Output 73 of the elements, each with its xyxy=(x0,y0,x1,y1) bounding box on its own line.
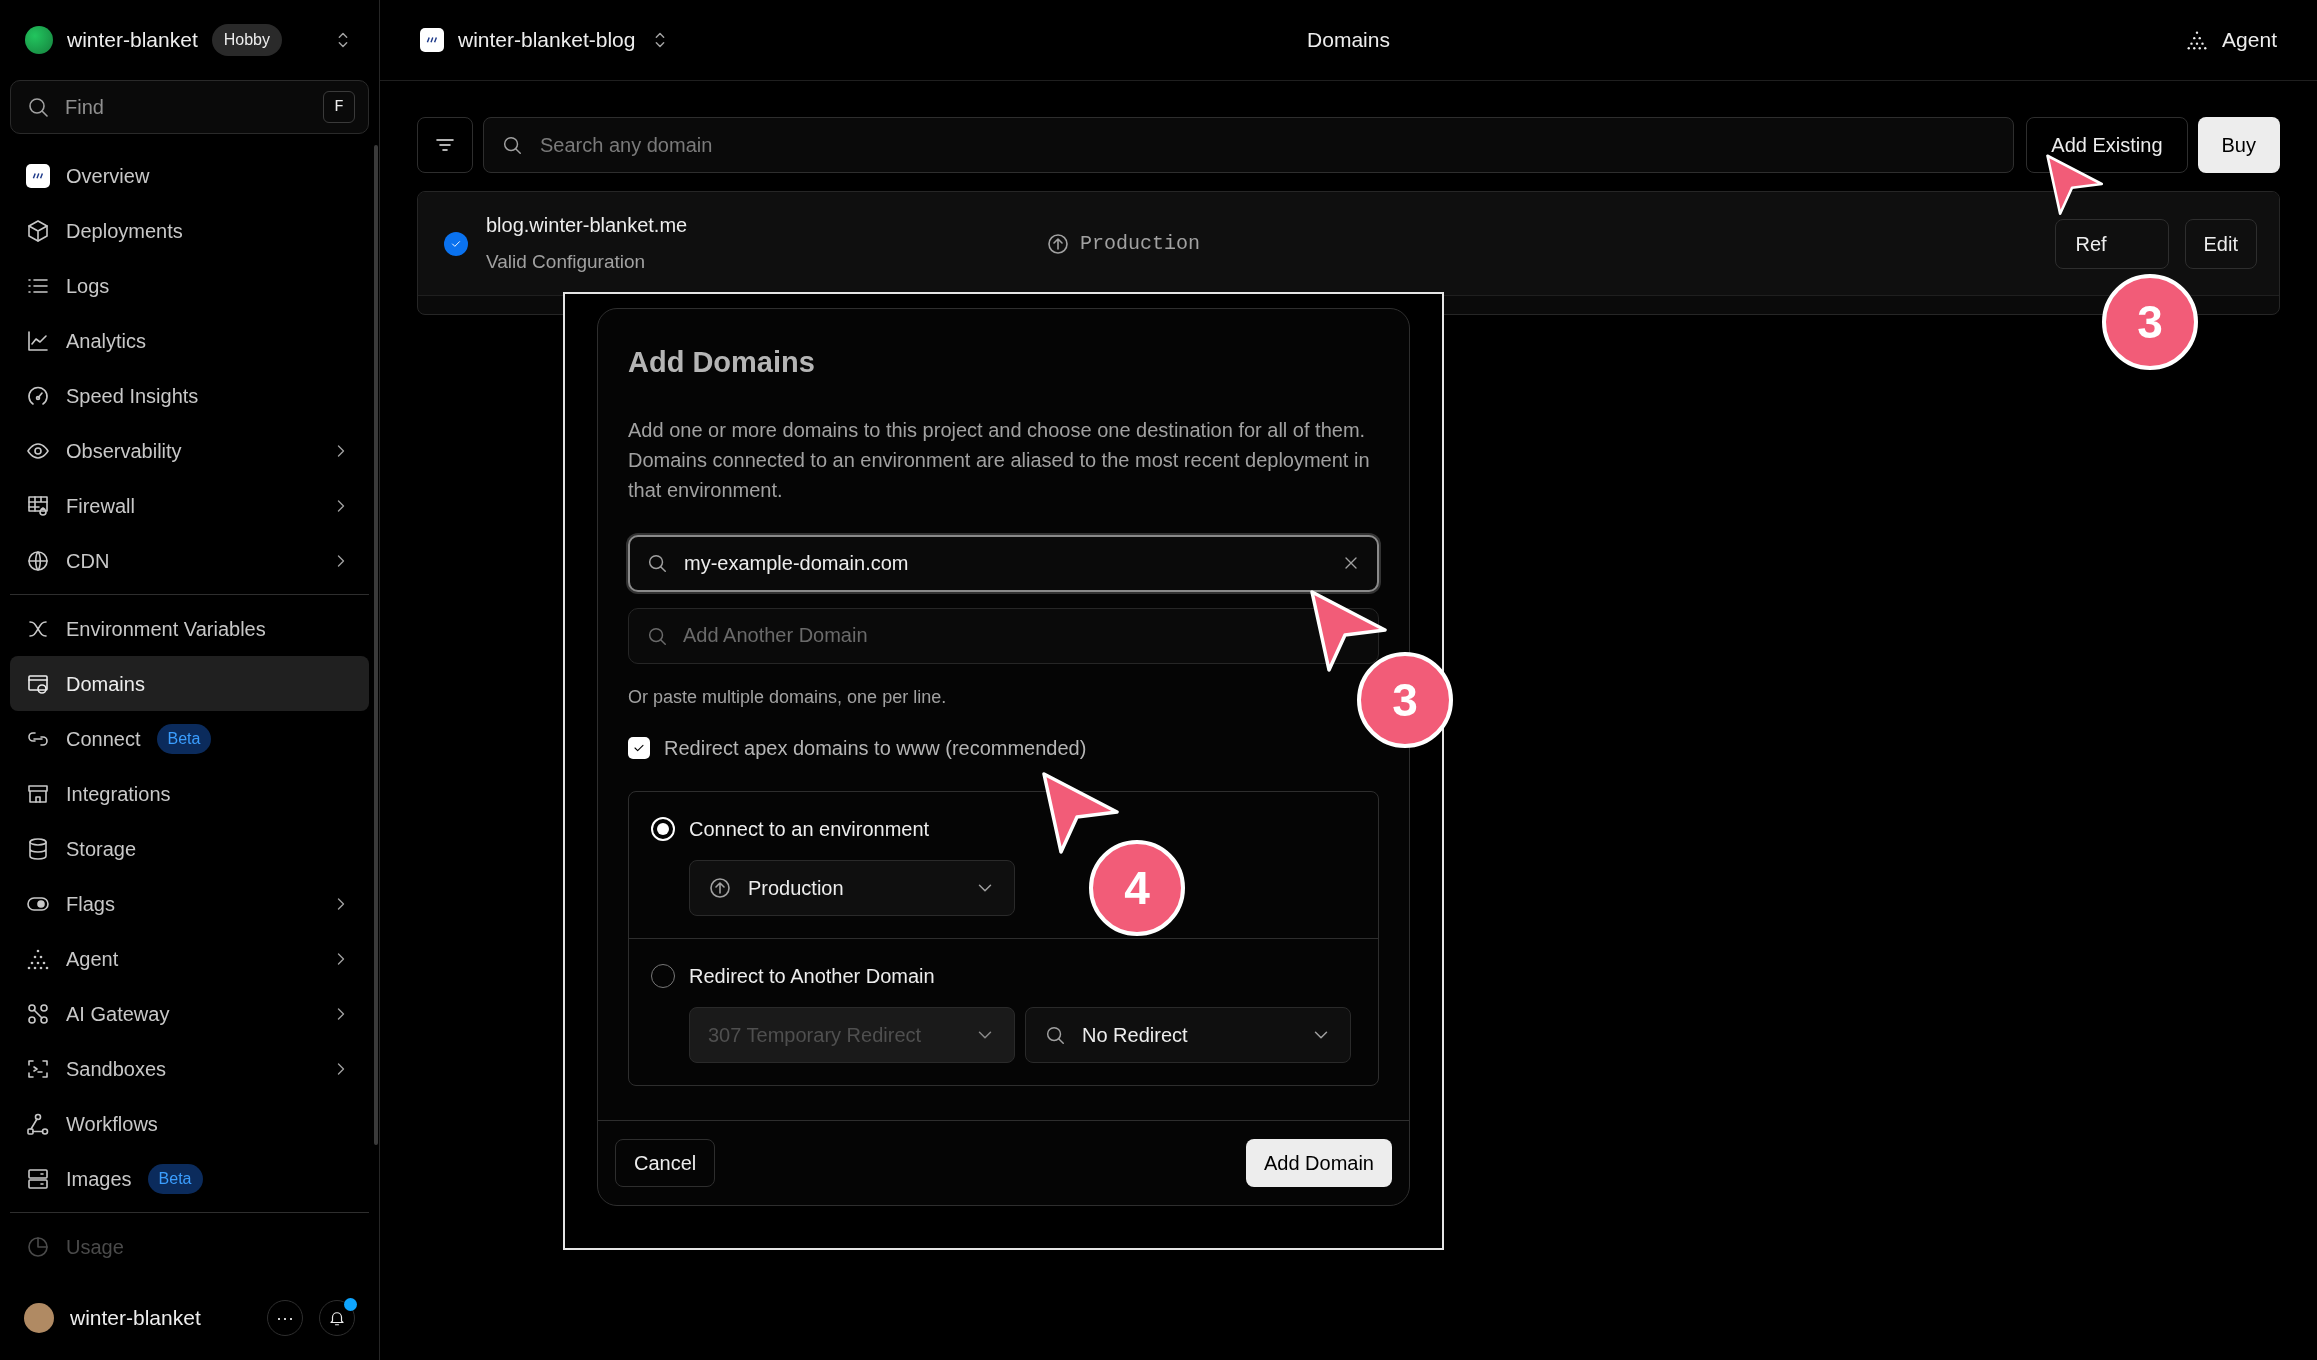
sidebar-item[interactable]: Storage xyxy=(10,821,369,876)
team-name[interactable]: winter-blanket xyxy=(67,24,198,56)
project-name[interactable]: winter-blanket-blog xyxy=(458,24,636,56)
sidebar-item[interactable]: Deployments xyxy=(10,203,369,258)
sidebar-item[interactable]: Domains xyxy=(10,656,369,711)
cursor-arrow-icon xyxy=(2046,154,2104,217)
option-label: Redirect to Another Domain xyxy=(689,963,935,989)
option-label: Connect to an environment xyxy=(689,816,930,842)
sidebar-item[interactable]: Overview xyxy=(10,148,369,203)
another-domain-input[interactable]: Add Another Domain xyxy=(628,607,1379,664)
scrollbar[interactable] xyxy=(374,145,378,1145)
project-logo-icon xyxy=(26,163,50,188)
agent-button[interactable]: Agent xyxy=(2186,24,2277,56)
cube-icon xyxy=(26,218,50,243)
refresh-button[interactable]: Ref xyxy=(2054,218,2169,269)
page-title: Domains xyxy=(1306,27,1391,54)
domain-input[interactable]: my-example-domain.com xyxy=(628,534,1379,592)
pie-chart-icon xyxy=(26,1234,50,1259)
dialog-description: Add one or more domains to this project and choose one destination for all of them. Domains connected to an environment are aliased to the most recent deployment in that environment. xyxy=(628,417,1371,503)
sidebar-item[interactable]: Flags xyxy=(10,876,369,931)
domain-search-field[interactable]: Search any domain xyxy=(483,117,2015,173)
sidebar-item[interactable]: Agent xyxy=(10,931,369,986)
project-logo-icon xyxy=(420,28,444,52)
sidebar-item[interactable]: Sandboxes xyxy=(10,1041,369,1096)
sidebar-item[interactable]: Speed Insights xyxy=(10,368,369,423)
domain-name[interactable]: blog.winter-blanket.me xyxy=(486,210,1046,241)
sidebar-item[interactable]: AI Gateway xyxy=(10,986,369,1041)
bell-icon xyxy=(328,1309,346,1327)
user-avatar xyxy=(24,1303,54,1333)
sidebar-item[interactable]: Integrations xyxy=(10,766,369,821)
team-avatar xyxy=(25,26,53,54)
shortcut-key: F xyxy=(323,91,355,123)
sidebar-item[interactable]: Analytics xyxy=(10,313,369,368)
buy-button[interactable]: Buy xyxy=(2197,117,2280,173)
workflow-icon xyxy=(26,1111,50,1136)
sidebar-item[interactable]: Connect Beta xyxy=(10,711,369,766)
nodes-icon xyxy=(26,1001,50,1026)
sidebar-item[interactable]: Firewall xyxy=(10,478,369,533)
database-icon xyxy=(26,836,50,861)
sidebar-item[interactable]: Observability xyxy=(10,423,369,478)
dots-triangle-icon xyxy=(2186,29,2209,51)
sidebar-item[interactable]: Workflows xyxy=(10,1096,369,1151)
line-chart-icon xyxy=(26,328,50,353)
dropdown[interactable]: Production xyxy=(689,859,1015,916)
sidebar-item[interactable]: Environment Variables xyxy=(10,601,369,656)
dropdown[interactable]: No Redirect xyxy=(1025,1006,1351,1063)
domain-status: Valid Configuration xyxy=(486,250,647,275)
add-domain-button[interactable]: Add Domain xyxy=(1245,1139,1392,1187)
checkbox-label: Redirect apex domains to www (recommended) xyxy=(664,735,1087,761)
filter-button[interactable] xyxy=(417,117,473,173)
beta-badge: Beta xyxy=(156,723,212,754)
cancel-button[interactable]: Cancel xyxy=(615,1139,716,1187)
sidebar-item[interactable]: CDN xyxy=(10,533,369,588)
environment-label: Production xyxy=(1080,230,1201,257)
arrow-up-circle-icon xyxy=(1046,231,1070,256)
plan-badge: Hobby xyxy=(211,24,282,56)
arrow-up-circle-icon xyxy=(708,875,732,900)
hint-text: Or paste multiple domains, one per line. xyxy=(628,685,948,709)
beta-badge: Beta xyxy=(147,1163,203,1194)
stacked-panels-icon xyxy=(26,1166,50,1191)
sidebar-item[interactable]: Images Beta xyxy=(10,1151,369,1206)
dialog-title: Add Domains xyxy=(628,345,816,380)
search-icon xyxy=(26,95,50,119)
cursor-arrow-icon xyxy=(1310,590,1388,674)
cursor-arrow-icon xyxy=(1042,772,1120,856)
search-icon xyxy=(501,134,523,156)
user-name[interactable]: winter-blanket xyxy=(70,1302,201,1334)
redirect-checkbox[interactable] xyxy=(628,736,650,759)
sidebar-item[interactable]: Logs xyxy=(10,258,369,313)
step-number-badge: 3 xyxy=(2102,274,2198,370)
firewall-icon xyxy=(26,493,50,518)
edit-button[interactable]: Edit xyxy=(2184,218,2257,269)
globe-icon xyxy=(26,548,50,573)
